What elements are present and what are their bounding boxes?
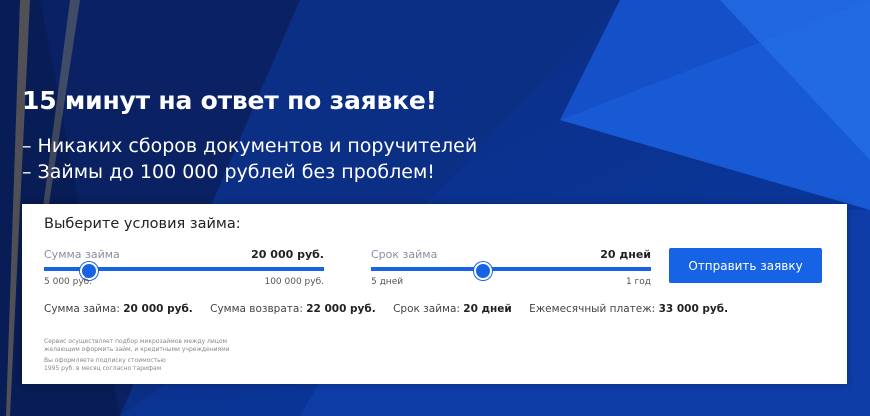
summary-return: Сумма возврата: 22 000 руб. [210,303,376,315]
summary-monthly: Ежемесячный платеж: 33 000 руб. [529,303,729,315]
term-slider-value: 20 дней [600,248,651,261]
hero-line-2: – Займы до 100 000 рублей без проблем! [22,161,435,183]
fine-print-line: 1995 руб. в месяц согласно тарифам [44,365,162,372]
term-slider-max: 1 год [625,277,651,287]
term-slider-min: 5 дней [371,277,404,287]
fine-print-line: желающим оформить займ, и кредитными учр… [44,346,230,353]
loan-form-card: Выберите условия займа: Сумма займа 20 0… [22,204,847,384]
fine-print: Сервис осуществляет подбор микрозаймов м… [44,338,230,376]
fine-print-line: Сервис осуществляет подбор микрозаймов м… [44,338,228,345]
hero-title: 15 минут на ответ по заявке! [22,86,437,115]
amount-slider-max: 100 000 руб. [264,277,324,287]
submit-application-button[interactable]: Отправить заявку [669,248,822,283]
amount-slider-label: Сумма займа [44,248,120,261]
term-slider-track[interactable] [371,267,651,271]
hero: 15 минут на ответ по заявке! – Никаких с… [22,86,477,185]
hero-line-1: – Никаких сборов документов и поручителе… [22,135,478,157]
amount-slider[interactable]: Сумма займа 20 000 руб. 5 000 руб. 100 0… [44,248,324,287]
summary-term: Срок займа: 20 дней [393,303,512,315]
amount-slider-value: 20 000 руб. [251,248,324,261]
fine-print-line: Вы оформляете подписку стоимостью [44,357,166,364]
loan-summary: Сумма займа: 20 000 руб. Сумма возврата:… [44,303,742,315]
form-title: Выберите условия займа: [44,216,241,232]
term-slider[interactable]: Срок займа 20 дней 5 дней 1 год [371,248,651,287]
term-slider-label: Срок займа [371,248,438,261]
amount-slider-min: 5 000 руб. [44,277,93,287]
summary-amount: Сумма займа: 20 000 руб. [44,303,193,315]
